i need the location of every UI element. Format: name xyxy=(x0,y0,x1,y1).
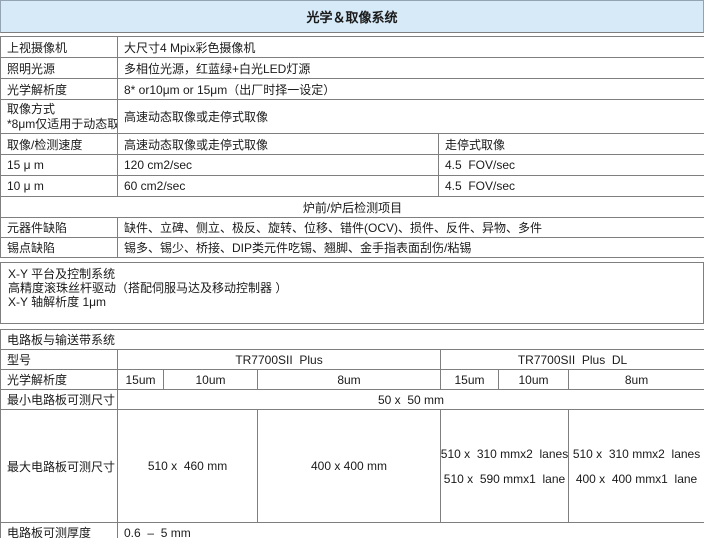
table-row: 最大电路板可测尺寸 510 x 460 mm 400 x 400 mm 510 … xyxy=(1,410,704,523)
light-source-label: 照明光源 xyxy=(1,58,118,79)
max-size-dl-15-10um: 510 x 310 mmx2 lanes 510 x 590 mmx1 lane xyxy=(441,410,569,523)
optics-section-header: 光学＆取像系统 xyxy=(0,0,704,33)
capture-mode-label-line2: *8μm仅适用于动态取像 xyxy=(7,117,111,132)
xy-platform-block: X-Y 平台及控制系统 高精度滚珠丝杆驱动（搭配伺服马达及移动控制器 ） X-Y… xyxy=(0,262,704,324)
board-thickness-label: 电路板可测厚度 xyxy=(1,523,118,538)
res-col-dl-8um: 8um xyxy=(569,370,704,390)
res-col-dl-15um: 15um xyxy=(441,370,499,390)
xy-platform-line1: X-Y 平台及控制系统 xyxy=(8,267,696,281)
optical-resolution-value: 8* or10μm or 15μm（出厂时择一设定） xyxy=(118,79,704,100)
speed-mode-stop-header: 走停式取像 xyxy=(439,134,704,155)
xy-platform-line3: X-Y 轴解析度 1μm xyxy=(8,295,696,309)
max-size-dl-8um-line1: 510 x 310 mmx2 lanes xyxy=(573,447,700,461)
table-row: 元器件缺陷 缺件、立碑、侧立、极反、旋转、位移、错件(OCV)、损件、反件、异物… xyxy=(1,218,704,238)
table-row: 炉前/炉后检测项目 xyxy=(1,197,704,218)
table-row: 电路板与输送带系统 xyxy=(1,330,704,350)
max-size-plus-15-10um: 510 x 460 mm xyxy=(118,410,258,523)
max-size-dl-15-10um-line2: 510 x 590 mmx1 lane xyxy=(444,472,565,486)
max-size-dl-8um-line2: 400 x 400 mmx1 lane xyxy=(576,472,697,486)
table-row: 取像/检测速度 高速动态取像或走停式取像 走停式取像 xyxy=(1,134,704,155)
component-defects-value: 缺件、立碑、侧立、极反、旋转、位移、错件(OCV)、损件、反件、异物、多件 xyxy=(118,218,704,238)
optics-section-title: 光学＆取像系统 xyxy=(306,7,397,26)
table-row: 10 μ m 60 cm2/sec 4.5 FOV/sec xyxy=(1,176,704,197)
table-row: 光学解析度 8* or10μm or 15μm（出厂时择一设定） xyxy=(1,79,704,100)
speed-10um-stop-value: 4.5 FOV/sec xyxy=(439,176,704,197)
max-board-size-label: 最大电路板可测尺寸 xyxy=(1,410,118,523)
min-board-size-value: 50 x 50 mm xyxy=(118,390,704,410)
camera-value: 大尺寸4 Mpix彩色摄像机 xyxy=(118,37,704,58)
max-size-dl-8um: 510 x 310 mmx2 lanes 400 x 400 mmx1 lane xyxy=(569,410,704,523)
component-defects-label: 元器件缺陷 xyxy=(1,218,118,238)
min-board-size-label: 最小电路板可测尺寸 xyxy=(1,390,118,410)
max-size-plus-8um: 400 x 400 mm xyxy=(258,410,441,523)
model-dl-value: TR7700SII Plus DL xyxy=(441,350,704,370)
res-col-plus-10um: 10um xyxy=(164,370,258,390)
capture-mode-label-line1: 取像方式 xyxy=(7,102,111,117)
table-row: 上视摄像机 大尺寸4 Mpix彩色摄像机 xyxy=(1,37,704,58)
model-plus-value: TR7700SII Plus xyxy=(118,350,441,370)
speed-15um-dynamic-value: 120 cm2/sec xyxy=(118,155,439,176)
table-row: 照明光源 多相位光源，红蓝绿+白光LED灯源 xyxy=(1,58,704,79)
table-row: 型号 TR7700SII Plus TR7700SII Plus DL xyxy=(1,350,704,370)
table-row: 锡点缺陷 锡多、锡少、桥接、DIP类元件吃锡、翘脚、金手指表面刮伤/粘锡 xyxy=(1,238,704,258)
speed-10um-dynamic-value: 60 cm2/sec xyxy=(118,176,439,197)
table-row: 15 μ m 120 cm2/sec 4.5 FOV/sec xyxy=(1,155,704,176)
res-col-plus-15um: 15um xyxy=(118,370,164,390)
speed-15um-stop-value: 4.5 FOV/sec xyxy=(439,155,704,176)
speed-label: 取像/检测速度 xyxy=(1,134,118,155)
table-row: 最小电路板可测尺寸 50 x 50 mm xyxy=(1,390,704,410)
table-row: 取像方式*8μm仅适用于动态取像 高速动态取像或走停式取像 xyxy=(1,100,704,134)
max-size-dl-15-10um-line1: 510 x 310 mmx2 lanes xyxy=(441,447,568,461)
speed-mode-dynamic-header: 高速动态取像或走停式取像 xyxy=(118,134,439,155)
xy-platform-line2: 高精度滚珠丝杆驱动（搭配伺服马达及移动控制器 ） xyxy=(8,281,696,295)
res-col-plus-8um: 8um xyxy=(258,370,441,390)
res-col-dl-10um: 10um xyxy=(499,370,569,390)
solder-defects-value: 锡多、锡少、桥接、DIP类元件吃锡、翘脚、金手指表面刮伤/粘锡 xyxy=(118,238,704,258)
model-label: 型号 xyxy=(1,350,118,370)
board-conveyor-table: 电路板与输送带系统 型号 TR7700SII Plus TR7700SII Pl… xyxy=(0,329,704,538)
board-resolution-label: 光学解析度 xyxy=(1,370,118,390)
table-row: 电路板可测厚度 0.6 – 5 mm xyxy=(1,523,704,538)
board-thickness-value: 0.6 – 5 mm xyxy=(118,523,704,538)
optical-resolution-label: 光学解析度 xyxy=(1,79,118,100)
speed-10um-label: 10 μ m xyxy=(1,176,118,197)
optics-spec-table: 上视摄像机 大尺寸4 Mpix彩色摄像机 照明光源 多相位光源，红蓝绿+白光LE… xyxy=(0,36,704,258)
capture-mode-value: 高速动态取像或走停式取像 xyxy=(118,100,704,134)
light-source-value: 多相位光源，红蓝绿+白光LED灯源 xyxy=(118,58,704,79)
capture-mode-label: 取像方式*8μm仅适用于动态取像 xyxy=(1,100,118,134)
solder-defects-label: 锡点缺陷 xyxy=(1,238,118,258)
camera-label: 上视摄像机 xyxy=(1,37,118,58)
inspection-items-header: 炉前/炉后检测项目 xyxy=(1,197,704,218)
speed-15um-label: 15 μ m xyxy=(1,155,118,176)
table-row: 光学解析度 15um 10um 8um 15um 10um 8um xyxy=(1,370,704,390)
board-section-title: 电路板与输送带系统 xyxy=(1,330,704,350)
